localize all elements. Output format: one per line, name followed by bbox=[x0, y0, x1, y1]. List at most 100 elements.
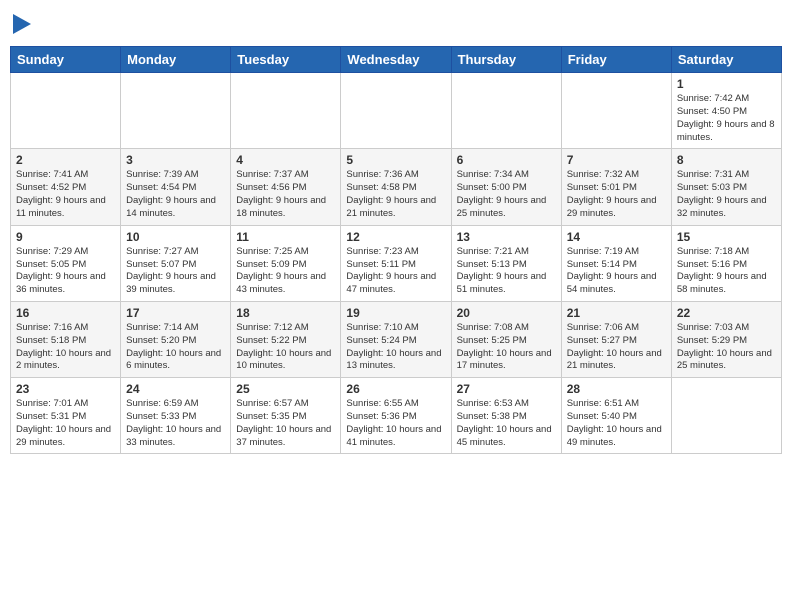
day-detail: Sunrise: 7:10 AMSunset: 5:24 PMDaylight:… bbox=[346, 322, 445, 373]
week-row-3: 9 Sunrise: 7:29 AMSunset: 5:05 PMDaylight… bbox=[11, 225, 782, 301]
logo-arrow-icon bbox=[13, 14, 31, 34]
calendar-cell: 2 Sunrise: 7:41 AMSunset: 4:52 PMDaylight… bbox=[11, 149, 121, 225]
calendar-cell: 22 Sunrise: 7:03 AMSunset: 5:29 PMDayligh… bbox=[671, 301, 781, 377]
day-detail: Sunrise: 7:23 AMSunset: 5:11 PMDaylight:… bbox=[346, 246, 445, 297]
day-detail: Sunrise: 6:59 AMSunset: 5:33 PMDaylight:… bbox=[126, 398, 225, 449]
day-detail: Sunrise: 7:14 AMSunset: 5:20 PMDaylight:… bbox=[126, 322, 225, 373]
day-detail: Sunrise: 7:06 AMSunset: 5:27 PMDaylight:… bbox=[567, 322, 666, 373]
calendar-cell: 6 Sunrise: 7:34 AMSunset: 5:00 PMDaylight… bbox=[451, 149, 561, 225]
calendar-cell: 24Sunrise: 6:59 AMSunset: 5:33 PMDayligh… bbox=[121, 378, 231, 454]
calendar-cell: 4Sunrise: 7:37 AMSunset: 4:56 PMDaylight… bbox=[231, 149, 341, 225]
calendar-cell: 11 Sunrise: 7:25 AMSunset: 5:09 PMDayligh… bbox=[231, 225, 341, 301]
day-number: 28 bbox=[567, 382, 666, 396]
calendar-cell: 8 Sunrise: 7:31 AMSunset: 5:03 PMDaylight… bbox=[671, 149, 781, 225]
day-number: 13 bbox=[457, 230, 556, 244]
day-detail: Sunrise: 7:01 AMSunset: 5:31 PMDaylight:… bbox=[16, 398, 115, 449]
week-row-4: 16 Sunrise: 7:16 AMSunset: 5:18 PMDayligh… bbox=[11, 301, 782, 377]
calendar-cell: 23 Sunrise: 7:01 AMSunset: 5:31 PMDayligh… bbox=[11, 378, 121, 454]
header-friday: Friday bbox=[561, 47, 671, 73]
day-detail: Sunrise: 7:19 AMSunset: 5:14 PMDaylight:… bbox=[567, 246, 666, 297]
day-number: 15 bbox=[677, 230, 776, 244]
calendar-cell: 28 Sunrise: 6:51 AMSunset: 5:40 PMDayligh… bbox=[561, 378, 671, 454]
header-saturday: Saturday bbox=[671, 47, 781, 73]
calendar-cell: 5 Sunrise: 7:36 AMSunset: 4:58 PMDaylight… bbox=[341, 149, 451, 225]
calendar-cell: 3 Sunrise: 7:39 AMSunset: 4:54 PMDaylight… bbox=[121, 149, 231, 225]
day-number: 27 bbox=[457, 382, 556, 396]
day-detail: Sunrise: 7:27 AMSunset: 5:07 PMDaylight:… bbox=[126, 246, 225, 297]
day-detail: Sunrise: 6:51 AMSunset: 5:40 PMDaylight:… bbox=[567, 398, 666, 449]
calendar-cell: 15 Sunrise: 7:18 AMSunset: 5:16 PMDayligh… bbox=[671, 225, 781, 301]
week-row-2: 2 Sunrise: 7:41 AMSunset: 4:52 PMDaylight… bbox=[11, 149, 782, 225]
day-detail: Sunrise: 7:31 AMSunset: 5:03 PMDaylight:… bbox=[677, 169, 776, 220]
calendar-cell: 16 Sunrise: 7:16 AMSunset: 5:18 PMDayligh… bbox=[11, 301, 121, 377]
day-detail: Sunrise: 7:36 AMSunset: 4:58 PMDaylight:… bbox=[346, 169, 445, 220]
day-detail: Sunrise: 6:55 AMSunset: 5:36 PMDaylight:… bbox=[346, 398, 445, 449]
day-detail: Sunrise: 7:42 AMSunset: 4:50 PMDaylight:… bbox=[677, 93, 776, 144]
day-number: 9 bbox=[16, 230, 115, 244]
day-number: 5 bbox=[346, 153, 445, 167]
day-detail: Sunrise: 7:37 AMSunset: 4:56 PMDaylight:… bbox=[236, 169, 335, 220]
day-detail: Sunrise: 7:32 AMSunset: 5:01 PMDaylight:… bbox=[567, 169, 666, 220]
header-tuesday: Tuesday bbox=[231, 47, 341, 73]
day-detail: Sunrise: 7:18 AMSunset: 5:16 PMDaylight:… bbox=[677, 246, 776, 297]
calendar-cell: 9 Sunrise: 7:29 AMSunset: 5:05 PMDaylight… bbox=[11, 225, 121, 301]
header-thursday: Thursday bbox=[451, 47, 561, 73]
day-number: 26 bbox=[346, 382, 445, 396]
calendar-cell: 25 Sunrise: 6:57 AMSunset: 5:35 PMDayligh… bbox=[231, 378, 341, 454]
day-number: 8 bbox=[677, 153, 776, 167]
calendar-cell bbox=[451, 73, 561, 149]
header-monday: Monday bbox=[121, 47, 231, 73]
calendar-cell: 14 Sunrise: 7:19 AMSunset: 5:14 PMDayligh… bbox=[561, 225, 671, 301]
day-detail: Sunrise: 7:12 AMSunset: 5:22 PMDaylight:… bbox=[236, 322, 335, 373]
calendar-header-row: SundayMondayTuesdayWednesdayThursdayFrid… bbox=[11, 47, 782, 73]
day-number: 22 bbox=[677, 306, 776, 320]
calendar-cell: 1 Sunrise: 7:42 AMSunset: 4:50 PMDaylight… bbox=[671, 73, 781, 149]
calendar-cell: 18 Sunrise: 7:12 AMSunset: 5:22 PMDayligh… bbox=[231, 301, 341, 377]
day-detail: Sunrise: 7:16 AMSunset: 5:18 PMDaylight:… bbox=[16, 322, 115, 373]
calendar-cell: 27 Sunrise: 6:53 AMSunset: 5:38 PMDayligh… bbox=[451, 378, 561, 454]
day-detail: Sunrise: 7:08 AMSunset: 5:25 PMDaylight:… bbox=[457, 322, 556, 373]
day-number: 2 bbox=[16, 153, 115, 167]
day-number: 18 bbox=[236, 306, 335, 320]
day-number: 16 bbox=[16, 306, 115, 320]
day-detail: Sunrise: 7:25 AMSunset: 5:09 PMDaylight:… bbox=[236, 246, 335, 297]
day-detail: Sunrise: 7:34 AMSunset: 5:00 PMDaylight:… bbox=[457, 169, 556, 220]
day-number: 21 bbox=[567, 306, 666, 320]
calendar-cell: 10 Sunrise: 7:27 AMSunset: 5:07 PMDayligh… bbox=[121, 225, 231, 301]
day-detail: Sunrise: 7:39 AMSunset: 4:54 PMDaylight:… bbox=[126, 169, 225, 220]
day-number: 7 bbox=[567, 153, 666, 167]
day-number: 10 bbox=[126, 230, 225, 244]
day-number: 14 bbox=[567, 230, 666, 244]
week-row-1: 1 Sunrise: 7:42 AMSunset: 4:50 PMDaylight… bbox=[11, 73, 782, 149]
calendar-cell bbox=[231, 73, 341, 149]
day-number: 17 bbox=[126, 306, 225, 320]
day-number: 3 bbox=[126, 153, 225, 167]
calendar-cell: 19 Sunrise: 7:10 AMSunset: 5:24 PMDayligh… bbox=[341, 301, 451, 377]
calendar-cell: 17 Sunrise: 7:14 AMSunset: 5:20 PMDayligh… bbox=[121, 301, 231, 377]
day-detail: Sunrise: 6:57 AMSunset: 5:35 PMDaylight:… bbox=[236, 398, 335, 449]
calendar-cell: 21 Sunrise: 7:06 AMSunset: 5:27 PMDayligh… bbox=[561, 301, 671, 377]
day-number: 19 bbox=[346, 306, 445, 320]
day-detail: Sunrise: 7:41 AMSunset: 4:52 PMDaylight:… bbox=[16, 169, 115, 220]
header-sunday: Sunday bbox=[11, 47, 121, 73]
day-number: 1 bbox=[677, 77, 776, 91]
day-number: 23 bbox=[16, 382, 115, 396]
week-row-5: 23 Sunrise: 7:01 AMSunset: 5:31 PMDayligh… bbox=[11, 378, 782, 454]
calendar-cell bbox=[671, 378, 781, 454]
day-number: 11 bbox=[236, 230, 335, 244]
calendar-cell bbox=[341, 73, 451, 149]
calendar-cell: 12 Sunrise: 7:23 AMSunset: 5:11 PMDayligh… bbox=[341, 225, 451, 301]
calendar-cell bbox=[11, 73, 121, 149]
page-header bbox=[10, 10, 782, 38]
day-detail: Sunrise: 7:03 AMSunset: 5:29 PMDaylight:… bbox=[677, 322, 776, 373]
day-detail: Sunrise: 7:21 AMSunset: 5:13 PMDaylight:… bbox=[457, 246, 556, 297]
day-detail: Sunrise: 6:53 AMSunset: 5:38 PMDaylight:… bbox=[457, 398, 556, 449]
day-detail: Sunrise: 7:29 AMSunset: 5:05 PMDaylight:… bbox=[16, 246, 115, 297]
day-number: 12 bbox=[346, 230, 445, 244]
calendar-cell: 20 Sunrise: 7:08 AMSunset: 5:25 PMDayligh… bbox=[451, 301, 561, 377]
day-number: 25 bbox=[236, 382, 335, 396]
calendar-cell bbox=[121, 73, 231, 149]
day-number: 6 bbox=[457, 153, 556, 167]
calendar-table: SundayMondayTuesdayWednesdayThursdayFrid… bbox=[10, 46, 782, 454]
day-number: 20 bbox=[457, 306, 556, 320]
